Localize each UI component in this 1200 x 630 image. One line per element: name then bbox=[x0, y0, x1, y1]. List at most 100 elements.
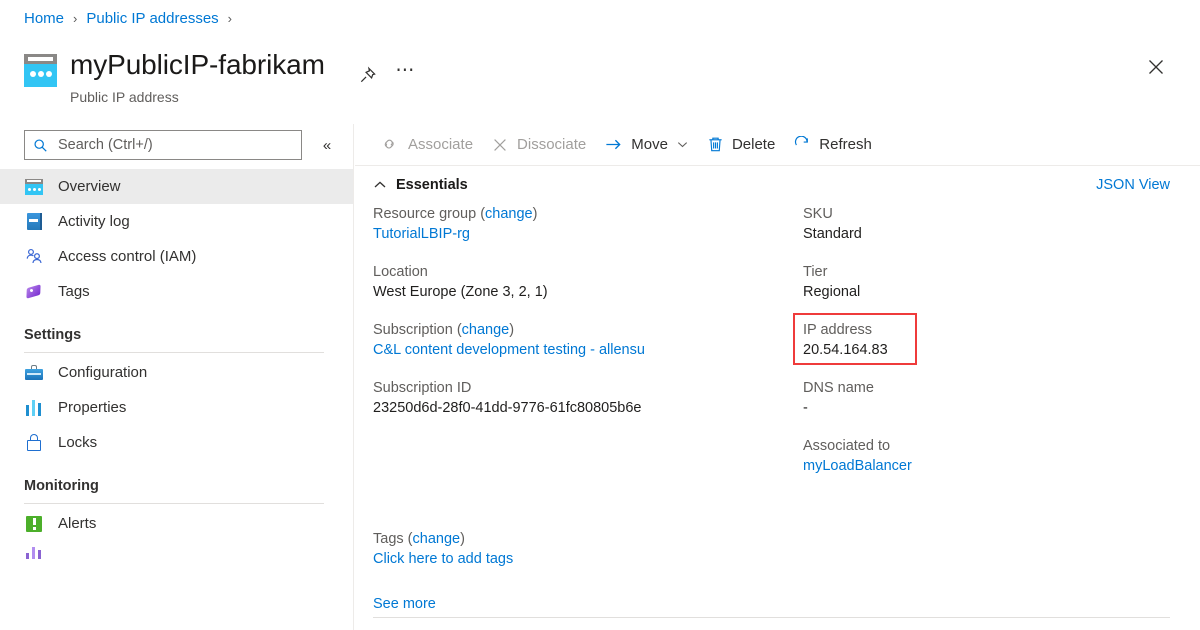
double-chevron-left-icon[interactable]: « bbox=[316, 134, 338, 156]
tags-change-link[interactable]: change bbox=[413, 531, 461, 547]
subscription-change-link[interactable]: change bbox=[462, 322, 510, 338]
ellipsis-icon[interactable]: ⋯ bbox=[391, 60, 421, 90]
x-icon bbox=[491, 136, 509, 154]
search-box[interactable] bbox=[24, 130, 302, 160]
delete-button[interactable]: Delete bbox=[698, 129, 784, 161]
overview-icon bbox=[24, 177, 44, 197]
sidebar-item-overview[interactable]: Overview bbox=[0, 169, 353, 204]
json-view-link[interactable]: JSON View bbox=[1096, 177, 1170, 193]
sidebar-item-access-control[interactable]: Access control (IAM) bbox=[0, 239, 353, 274]
sidebar-item-properties[interactable]: Properties bbox=[0, 390, 353, 425]
property-label: Location bbox=[373, 262, 803, 282]
sidebar-item-label: Configuration bbox=[58, 363, 147, 383]
lock-icon bbox=[24, 433, 44, 453]
resource-group-value-link[interactable]: TutorialLBIP-rg bbox=[373, 224, 803, 245]
page-subtitle: Public IP address bbox=[70, 88, 325, 106]
essentials-left-column: Resource group (change) TutorialLBIP-rg … bbox=[373, 204, 803, 494]
property-subscription-id: Subscription ID 23250d6d-28f0-41dd-9776-… bbox=[373, 378, 803, 419]
sidebar-item-tags[interactable]: Tags bbox=[0, 274, 353, 309]
property-dns-name: DNS name - bbox=[803, 378, 1200, 419]
property-associated-to: Associated to myLoadBalancer bbox=[803, 436, 1200, 477]
page-title: myPublicIP-fabrikam bbox=[70, 48, 325, 82]
property-label: Tier bbox=[803, 262, 1200, 282]
toolbar-button-label: Delete bbox=[732, 136, 775, 153]
property-resource-group: Resource group (change) TutorialLBIP-rg bbox=[373, 204, 803, 245]
close-icon[interactable] bbox=[1142, 53, 1170, 81]
link-icon bbox=[382, 136, 400, 154]
property-location: Location West Europe (Zone 3, 2, 1) bbox=[373, 262, 803, 303]
associate-button[interactable]: Associate bbox=[373, 129, 482, 161]
property-subscription: Subscription (change) C&L content develo… bbox=[373, 320, 803, 361]
essentials-header-bar: Essentials JSON View bbox=[355, 166, 1200, 204]
see-more-row: See more bbox=[355, 595, 1200, 613]
property-value: West Europe (Zone 3, 2, 1) bbox=[373, 282, 803, 303]
breadcrumb-item-home[interactable]: Home bbox=[24, 10, 64, 27]
property-tags: Tags (change) Click here to add tags bbox=[355, 529, 1200, 570]
tags-icon bbox=[24, 282, 44, 302]
sidebar-item-alerts[interactable]: Alerts bbox=[0, 506, 353, 541]
title-actions: ⋯ bbox=[353, 60, 421, 90]
subscription-value-link[interactable]: C&L content development testing - allens… bbox=[373, 340, 803, 361]
property-sku: SKU Standard bbox=[803, 204, 1200, 245]
refresh-icon bbox=[793, 136, 811, 154]
pin-icon[interactable] bbox=[353, 60, 383, 90]
content-divider bbox=[373, 617, 1170, 618]
associated-to-value-link[interactable]: myLoadBalancer bbox=[803, 456, 1200, 477]
sidebar-item-label: Tags bbox=[58, 282, 90, 302]
see-more-link[interactable]: See more bbox=[373, 596, 436, 612]
add-tags-link[interactable]: Click here to add tags bbox=[373, 549, 1200, 570]
property-label: DNS name bbox=[803, 378, 1200, 398]
activity-log-icon bbox=[24, 212, 44, 232]
move-button[interactable]: Move bbox=[595, 129, 698, 161]
sidebar-group-title-monitoring: Monitoring bbox=[0, 478, 353, 494]
sidebar-item-label: Locks bbox=[58, 433, 97, 453]
property-label: Subscription ID bbox=[373, 378, 803, 398]
dissociate-button[interactable]: Dissociate bbox=[482, 129, 595, 161]
essentials-right-column: SKU Standard Tier Regional IP address 20… bbox=[803, 204, 1200, 494]
search-input[interactable] bbox=[56, 136, 293, 154]
public-ip-resource-icon bbox=[24, 54, 57, 87]
property-label: Tags (change) bbox=[373, 529, 1200, 549]
resource-group-change-link[interactable]: change bbox=[485, 206, 533, 222]
essentials-properties-grid: Resource group (change) TutorialLBIP-rg … bbox=[355, 204, 1200, 494]
refresh-button[interactable]: Refresh bbox=[784, 129, 881, 161]
search-icon bbox=[33, 138, 48, 153]
sidebar-group-divider bbox=[24, 503, 324, 504]
metrics-icon bbox=[24, 541, 44, 561]
chevron-down-icon[interactable] bbox=[676, 138, 689, 151]
properties-icon bbox=[24, 398, 44, 418]
trash-icon bbox=[707, 136, 724, 153]
property-value: - bbox=[803, 398, 1200, 419]
access-control-icon bbox=[24, 247, 44, 267]
command-toolbar: Associate Dissociate bbox=[355, 124, 1200, 166]
toolbar-button-label: Associate bbox=[408, 136, 473, 153]
resource-main-content: Associate Dissociate bbox=[355, 124, 1200, 630]
sidebar-item-locks[interactable]: Locks bbox=[0, 425, 353, 460]
configuration-icon bbox=[24, 363, 44, 383]
sidebar-primary-items: Overview Activity log bbox=[0, 169, 353, 309]
sidebar-item-configuration[interactable]: Configuration bbox=[0, 355, 353, 390]
breadcrumb-separator-icon: › bbox=[73, 11, 77, 26]
page-header: myPublicIP-fabrikam Public IP address ⋯ bbox=[24, 48, 421, 106]
sidebar-item-partial[interactable] bbox=[0, 541, 353, 561]
sidebar-item-label: Alerts bbox=[58, 514, 96, 534]
property-tier: Tier Regional bbox=[803, 262, 1200, 303]
property-label: IP address bbox=[803, 320, 1200, 340]
sidebar-item-label: Overview bbox=[58, 177, 121, 197]
essentials-toggle[interactable]: Essentials bbox=[373, 177, 468, 193]
sidebar-search-row: « bbox=[0, 124, 353, 160]
property-value: 20.54.164.83 bbox=[803, 340, 1200, 361]
breadcrumb-separator-icon: › bbox=[228, 11, 232, 26]
sidebar-item-label: Activity log bbox=[58, 212, 130, 232]
property-label: Resource group (change) bbox=[373, 204, 803, 224]
breadcrumb-item-public-ip-addresses[interactable]: Public IP addresses bbox=[86, 10, 218, 27]
chevron-up-icon bbox=[373, 178, 387, 192]
azure-portal-resource-page: Home › Public IP addresses › myPublicIP-… bbox=[0, 0, 1200, 630]
sidebar-item-activity-log[interactable]: Activity log bbox=[0, 204, 353, 239]
sidebar-item-label: Properties bbox=[58, 398, 126, 418]
toolbar-button-label: Refresh bbox=[819, 136, 872, 153]
property-label: Subscription (change) bbox=[373, 320, 803, 340]
property-label: SKU bbox=[803, 204, 1200, 224]
sidebar-group-divider bbox=[24, 352, 324, 353]
property-value: Standard bbox=[803, 224, 1200, 245]
